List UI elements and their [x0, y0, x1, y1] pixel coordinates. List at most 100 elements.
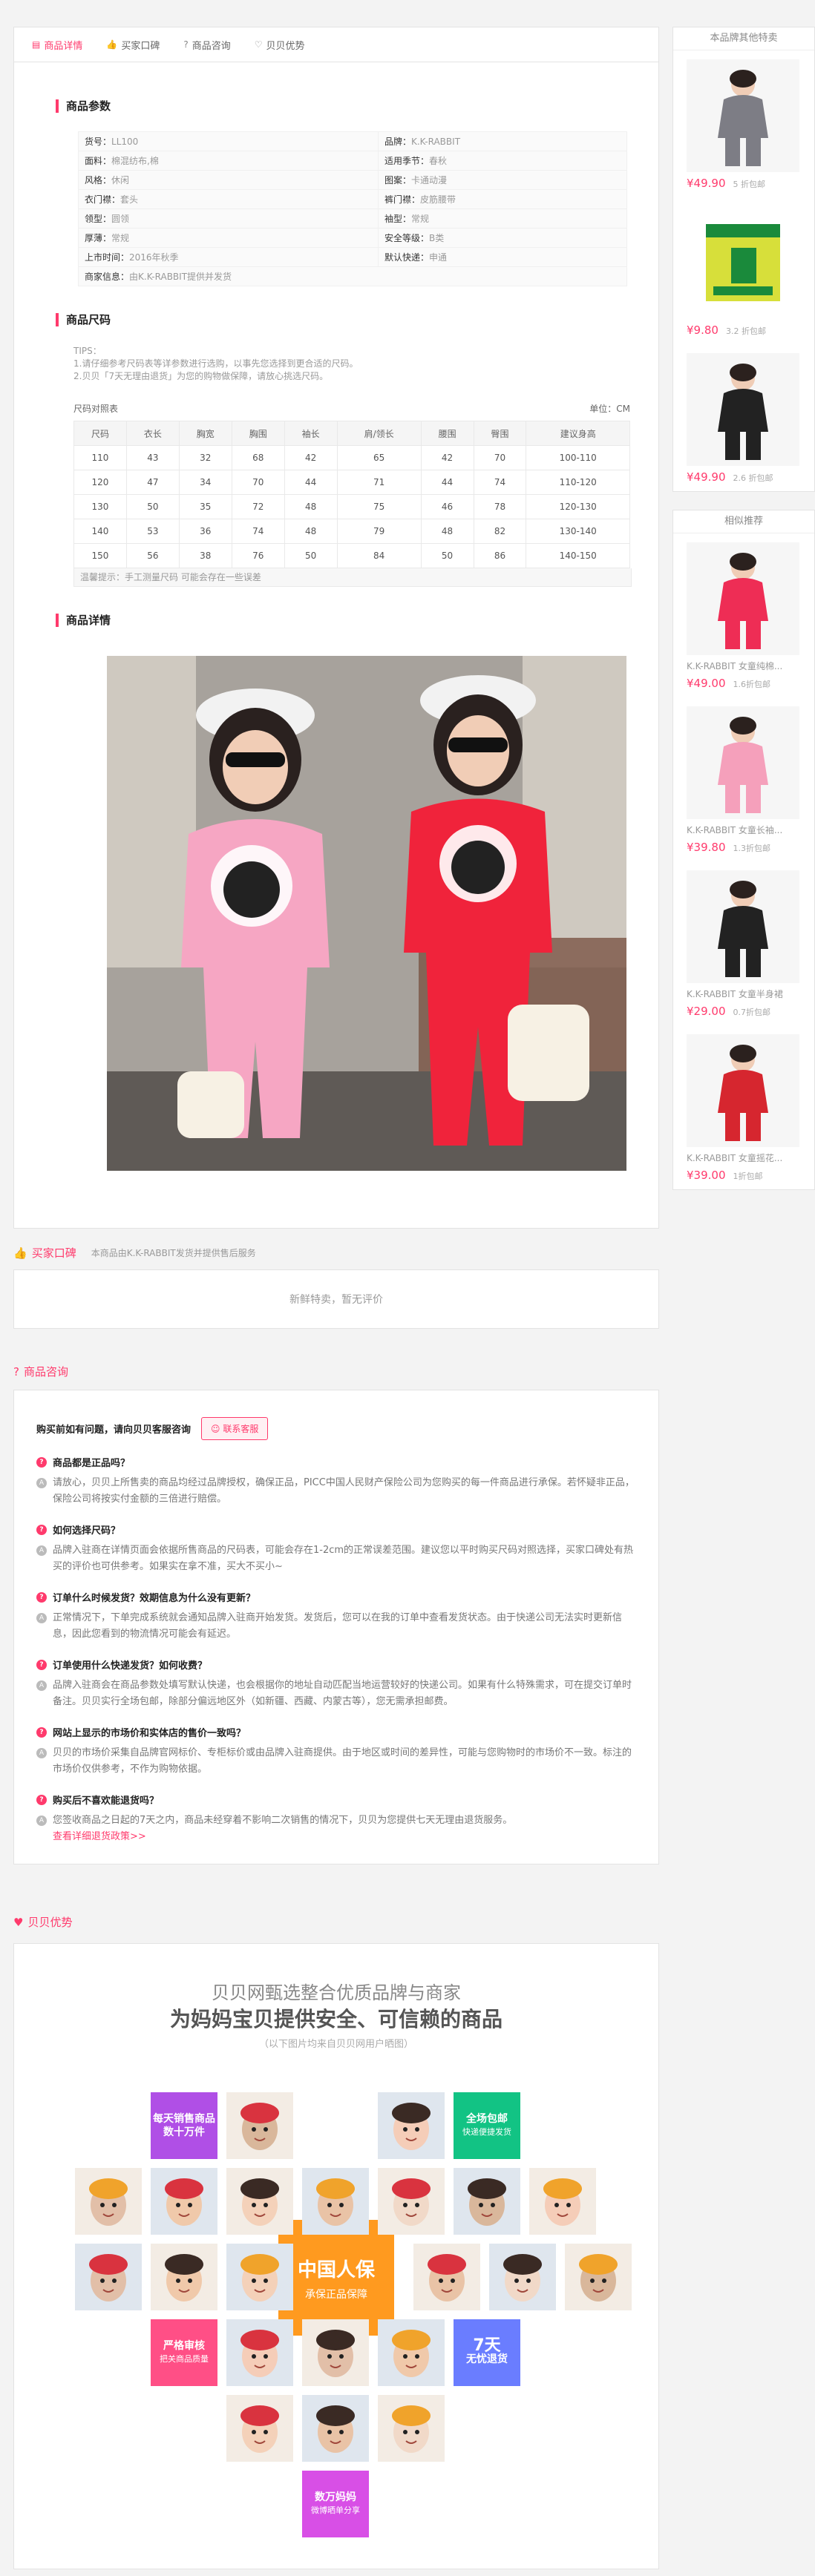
recommend-product[interactable]: K.K-RABBIT 女童纯棉... ¥49.00 1.6折包邮 [673, 533, 814, 697]
product-thumbnail[interactable] [687, 206, 799, 319]
product-name[interactable]: K.K-RABBIT 女童半身裙 [687, 988, 801, 1000]
qa-question-text: 购买后不喜欢能退货吗？ [53, 1795, 160, 1807]
heart-icon: ♥ [13, 1915, 24, 1929]
reviews-title-row: 👍 买家口碑 本商品由K.K-RABBIT发货并提供售后服务 [13, 1245, 659, 1261]
product-name[interactable]: K.K-RABBIT 女童长袖... [687, 824, 801, 836]
product-name[interactable]: K.K-RABBIT 女童摇花... [687, 1151, 801, 1164]
tab-details[interactable]: ▤ 商品详情 [20, 27, 94, 62]
params-row: 领型：圆领 袖型：常规 [78, 208, 628, 229]
baby-photo [226, 2244, 293, 2310]
size-table-header: 尺码对照表 单位：CM [73, 402, 630, 415]
tile-audit: 严格审核 把关商品质量 [151, 2319, 217, 2386]
param-value: 春秋 [429, 156, 448, 166]
qa-question: ? 订单使用什么快递发货？如何收费？ [36, 1657, 636, 1672]
qa-answer: A 贝贝的市场价采集自品牌官网标价、专柜标价或由品牌入驻商提供。由于地区或时间的差… [36, 1745, 636, 1778]
recommend-list: K.K-RABBIT 女童纯棉... ¥49.00 1.6折包邮 K.K-RABBIT… [673, 533, 814, 1189]
tab-reviews[interactable]: 👍 买家口碑 [94, 27, 171, 62]
brand-product[interactable]: ¥49.90 2.6 折包邮 [673, 344, 814, 491]
contact-service-label: 联系客服 [223, 1424, 259, 1434]
size-cell: 70 [231, 470, 285, 495]
tips-label: TIPS： [73, 346, 102, 356]
tile-audit-sub: 把关商品质量 [160, 2354, 209, 2364]
tab-advantage[interactable]: ♡ 贝贝优势 [243, 27, 317, 62]
param-cell: 风格：休闲 [78, 170, 379, 190]
answer-icon: A [36, 1613, 47, 1623]
baby-photo [302, 2168, 369, 2235]
baby-photo [75, 2168, 142, 2235]
size-table: 尺码 衣长 胸宽 胸围 袖长 肩/领长 腰围 臀围 建议身高 110 43 32 68 42 65 42 70… [73, 421, 630, 568]
consult-section: ? 商品咨询 购买前如有问题，请向贝贝客服咨询 ☺ 联系客服 ? 商品都是正品吗？… [13, 1364, 659, 1864]
qa-answer: A 品牌入驻商在详情页面会依据所售商品的尺码表，可能会存在1-2cm的正常误差范围… [36, 1542, 636, 1575]
brand-product[interactable]: ¥9.80 3.2 折包邮 [673, 197, 814, 344]
size-cell: 110 [73, 445, 127, 470]
size-cell: 84 [336, 543, 422, 568]
size-cell: 120-130 [526, 494, 630, 519]
size-row: 120 47 34 70 44 71 44 74 110-120 [73, 470, 630, 495]
qa-question: ? 订单什么时候发货？效期信息为什么没有更新？ [36, 1590, 636, 1604]
product-thumbnail[interactable] [687, 353, 799, 466]
advantage-title: 贝贝优势 [27, 1916, 73, 1929]
thumbs-up-icon: 👍 [106, 39, 118, 50]
product-thumbnail[interactable] [687, 59, 799, 172]
product-thumbnail[interactable] [687, 706, 799, 819]
answer-icon: A [36, 1545, 47, 1556]
baby-photo [226, 2092, 293, 2159]
product-name[interactable]: K.K-RABBIT 女童纯棉... [687, 660, 801, 672]
product-photo [107, 656, 626, 1171]
param-key: 袖型： [384, 214, 411, 224]
product-price: ¥39.00 [687, 1169, 726, 1182]
size-cell: 140-150 [526, 543, 630, 568]
size-cell: 48 [284, 519, 338, 544]
consult-title-row: ? 商品咨询 [13, 1364, 659, 1379]
qa-question: ? 网站上显示的市场价和实体店的售价一致吗？ [36, 1725, 636, 1739]
params-row: 货号：LL100 品牌：K.K-RABBIT [78, 131, 628, 151]
tab-label: 买家口碑 [121, 40, 160, 52]
thumbs-up-icon: 👍 [13, 1246, 27, 1260]
qa-question: ? 商品都是正品吗？ [36, 1455, 636, 1469]
baby-photo [378, 2319, 445, 2386]
size-cell: 75 [336, 494, 422, 519]
product-thumbnail[interactable] [687, 870, 799, 983]
product-discount: 0.7折包邮 [733, 1008, 771, 1017]
baby-photo [302, 2319, 369, 2386]
size-cell: 35 [178, 494, 232, 519]
brand-list: ¥49.90 5 折包邮 ¥9.80 3.2 折包邮 ¥49.90 2.6 折包邮 [673, 50, 814, 491]
recommend-product[interactable]: K.K-RABBIT 女童摇花... ¥39.00 1折包邮 [673, 1025, 814, 1189]
param-value: 圆领 [111, 214, 130, 224]
question-icon: ? [36, 1659, 47, 1670]
tile-picc-sub: 承保正品保障 [305, 2288, 367, 2301]
size-table-label: 尺码对照表 [73, 404, 119, 414]
size-cell: 44 [420, 470, 474, 495]
qa-item: ? 网站上显示的市场价和实体店的售价一致吗？ A 贝贝的市场价采集自品牌官网标价、专柜… [36, 1725, 636, 1778]
advantage-box: 贝贝网甄选整合优质品牌与商家 为妈妈宝贝提供安全、可信赖的商品 （以下图片均来自… [13, 1943, 659, 2569]
qa-question-text: 如何选择尺码？ [53, 1525, 121, 1537]
param-cell: 领型：圆领 [78, 208, 379, 229]
param-value: 卡通动漫 [411, 175, 448, 185]
tab-consult[interactable]: ? 商品咨询 [171, 27, 242, 62]
param-cell: 上市时间：2016年秋季 [78, 247, 379, 267]
question-icon: ? [183, 39, 189, 50]
recommend-product[interactable]: K.K-RABBIT 女童半身裙 ¥29.00 0.7折包邮 [673, 861, 814, 1025]
return-policy-link[interactable]: 查看详细退货政策>> [53, 1831, 146, 1842]
tile-picc: 中国人保 承保正品保障 [278, 2220, 394, 2336]
param-cell: 图案：卡通动漫 [377, 170, 628, 190]
size-cell: 70 [473, 445, 527, 470]
product-price-row: ¥39.00 1折包邮 [687, 1169, 801, 1182]
params-row: 面料：棉混纺布,棉 适用季节：春秋 [78, 151, 628, 171]
product-thumbnail[interactable] [687, 1034, 799, 1147]
question-icon: ? [36, 1456, 47, 1468]
tab-label: 商品咨询 [192, 40, 231, 52]
size-header-cell: 腰围 [420, 421, 474, 446]
qa-question: ? 购买后不喜欢能退货吗？ [36, 1793, 636, 1807]
product-thumbnail[interactable] [687, 542, 799, 655]
qa-item: ? 订单使用什么快递发货？如何收费？ A 品牌入驻商会在商品参数处填写默认快递，也会根… [36, 1657, 636, 1710]
size-row: 130 50 35 72 48 75 46 78 120-130 [73, 494, 630, 519]
recommend-product[interactable]: K.K-RABBIT 女童长袖... ¥39.80 1.3折包邮 [673, 697, 814, 861]
reviews-box: 新鲜特卖，暂无评价 [13, 1269, 659, 1329]
contact-service-button[interactable]: ☺ 联系客服 [201, 1417, 269, 1440]
consult-head: 购买前如有问题，请向贝贝客服咨询 ☺ 联系客服 [36, 1417, 636, 1440]
size-header-cell: 胸围 [231, 421, 285, 446]
tile-sales-main: 每天销售商品 [153, 2113, 215, 2125]
brand-product[interactable]: ¥49.90 5 折包邮 [673, 50, 814, 197]
baby-photo [75, 2244, 142, 2310]
